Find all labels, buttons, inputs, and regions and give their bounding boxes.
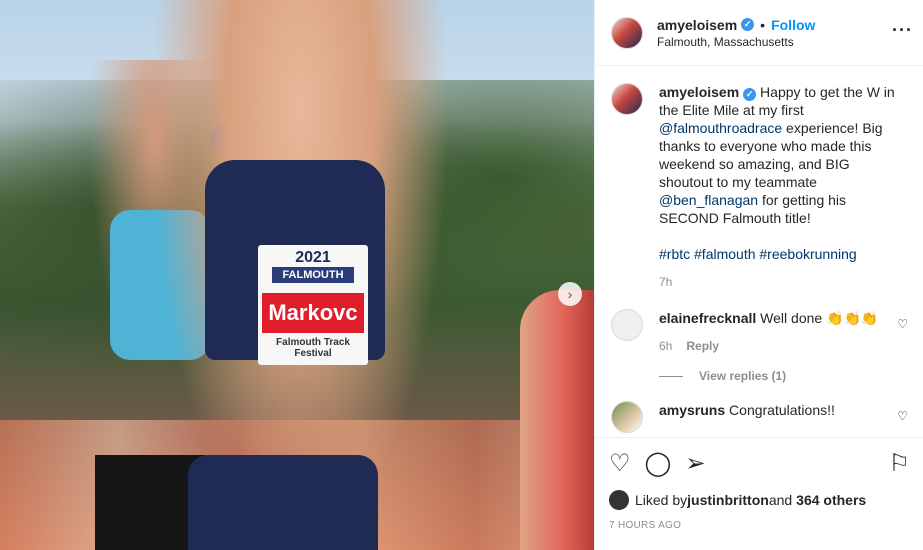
- post-header: amyeloisem ✓ • Follow Falmouth, Massachu…: [595, 0, 923, 66]
- hashtag-link[interactable]: #reebokrunning: [759, 246, 856, 262]
- avatar[interactable]: [611, 83, 643, 115]
- avatar[interactable]: [611, 16, 643, 49]
- likes-middle: and: [768, 492, 793, 508]
- caption-row: amyeloisem ✓ Happy to get the W in the El…: [611, 83, 908, 291]
- separator-dot: •: [760, 16, 766, 33]
- comment-body: amysruns Congratulations!!: [659, 401, 899, 419]
- avatar[interactable]: [611, 309, 643, 341]
- likes-count[interactable]: 364 others: [796, 492, 866, 508]
- bib-tag: FALMOUTH: [272, 267, 354, 283]
- follow-button[interactable]: Follow: [771, 17, 815, 33]
- post-side-panel: amyeloisem ✓ • Follow Falmouth, Massachu…: [594, 0, 923, 550]
- bookmark-icon[interactable]: ⚐: [888, 452, 910, 476]
- comment-like-heart-icon[interactable]: ♡: [897, 409, 908, 423]
- race-bib: 2021 FALMOUTH Markovc Falmouth Track Fes…: [258, 245, 368, 365]
- runner-main-shorts: [188, 455, 378, 550]
- likes-prefix: Liked by: [635, 492, 688, 508]
- comment-body: elainefrecknall Well done 👏👏👏 6h Reply: [659, 309, 899, 355]
- heart-icon[interactable]: ♡: [609, 452, 631, 476]
- comment-text: Congratulations!!: [729, 402, 835, 418]
- hashtag-link[interactable]: #rbtc: [659, 246, 690, 262]
- caption-username[interactable]: amyeloisem: [659, 84, 739, 100]
- post-timestamp[interactable]: 7 HOURS AGO: [609, 520, 910, 531]
- hashtags: #rbtc #falmouth #reebokrunning: [659, 245, 899, 263]
- avatar[interactable]: [611, 401, 643, 433]
- comment-icon[interactable]: ◯: [645, 452, 672, 476]
- runner-right: [520, 290, 594, 550]
- hashtag-link[interactable]: #falmouth: [694, 246, 755, 262]
- likes-summary: Liked by justinbritton and 364 others: [609, 490, 910, 510]
- replies-divider: [659, 375, 683, 377]
- comment-username[interactable]: amysruns: [659, 402, 725, 418]
- mention-link[interactable]: @falmouthroadrace: [659, 120, 782, 136]
- comment-row: amysruns Congratulations!! ♡: [611, 401, 908, 433]
- bib-year: 2021: [295, 249, 331, 266]
- bib-footer: Falmouth Track Festival: [276, 337, 350, 359]
- view-replies-label: View replies (1): [699, 369, 787, 383]
- carousel-next-button[interactable]: ›: [558, 282, 582, 306]
- mention-link[interactable]: @ben_flanagan: [659, 192, 758, 208]
- location-link[interactable]: Falmouth, Massachusetts: [657, 35, 815, 49]
- comment-age[interactable]: 6h: [659, 339, 672, 353]
- caption-body: amyeloisem ✓ Happy to get the W in the El…: [659, 83, 899, 291]
- caption-age[interactable]: 7h: [659, 273, 899, 291]
- bib-name: Markovc: [262, 293, 364, 333]
- comment-username[interactable]: elainefrecknall: [659, 310, 756, 326]
- comment-like-heart-icon[interactable]: ♡: [897, 317, 908, 331]
- avatar[interactable]: [609, 490, 629, 510]
- reply-button[interactable]: Reply: [686, 339, 719, 353]
- comment-meta: 6h Reply: [659, 337, 899, 355]
- verified-badge-icon: ✓: [741, 18, 755, 31]
- comments-list: amyeloisem ✓ Happy to get the W in the El…: [595, 67, 923, 437]
- post-photo[interactable]: 2021 FALMOUTH Markovc Falmouth Track Fes…: [0, 0, 594, 550]
- verified-badge-icon: ✓: [743, 88, 757, 101]
- share-icon[interactable]: ➢: [685, 452, 705, 476]
- header-info: amyeloisem ✓ • Follow Falmouth, Massachu…: [657, 17, 815, 49]
- comment-text: Well done 👏👏👏: [760, 310, 879, 326]
- post-actions: ♡ ◯ ➢ ⚐ Liked by justinbritton and 364 o…: [595, 437, 923, 531]
- chevron-right-icon: ›: [567, 286, 573, 302]
- action-icons: ♡ ◯ ➢ ⚐: [609, 448, 910, 480]
- liked-by-user[interactable]: justinbritton: [687, 492, 769, 508]
- more-options-icon[interactable]: ···: [892, 20, 913, 41]
- header-username[interactable]: amyeloisem: [657, 17, 737, 33]
- view-replies-button[interactable]: View replies (1): [659, 369, 908, 383]
- comment-row: elainefrecknall Well done 👏👏👏 6h Reply ♡: [611, 309, 908, 355]
- post-view: 2021 FALMOUTH Markovc Falmouth Track Fes…: [0, 0, 923, 550]
